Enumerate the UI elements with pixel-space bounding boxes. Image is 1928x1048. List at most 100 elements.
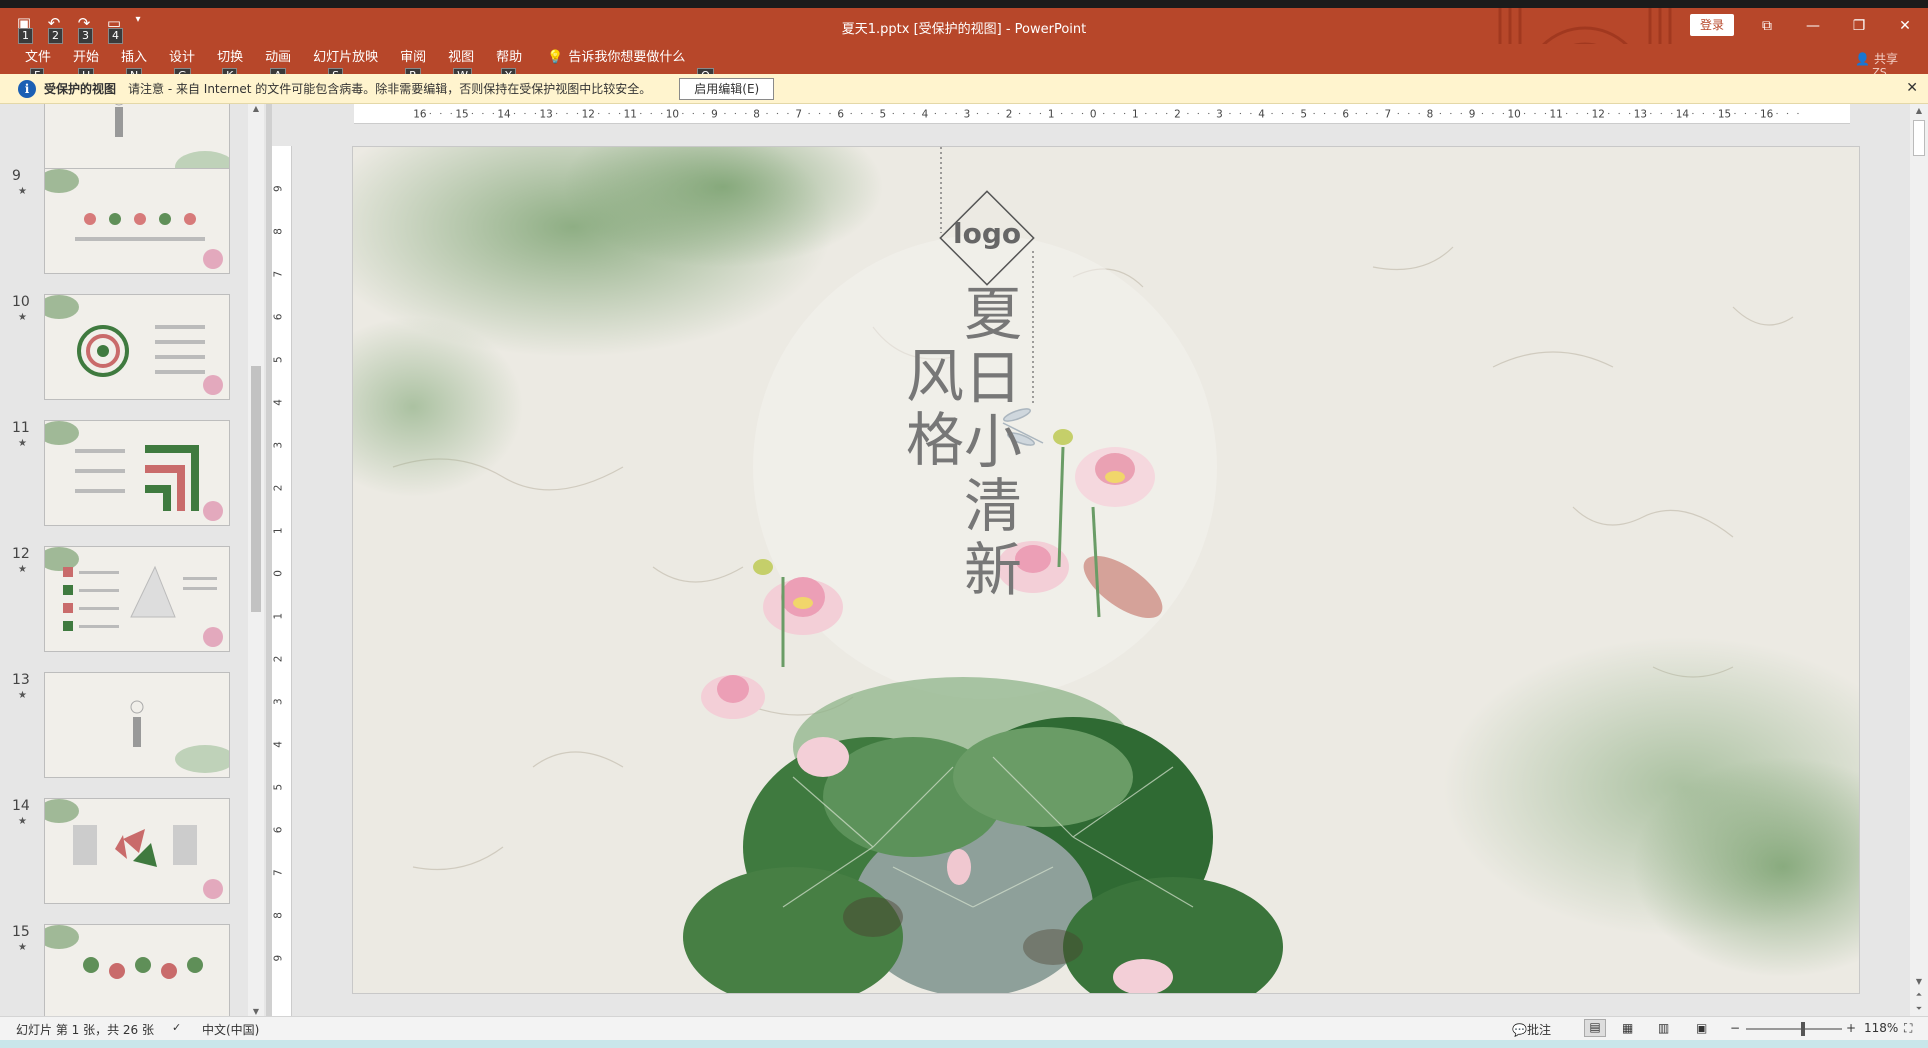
slide-thumbnail-pane: ★ 9 ★ 10 ★ 11 ★ 12 ★ 13 ★ <box>8 104 266 1016</box>
slide-sorter-icon[interactable]: ▦ <box>1622 1021 1633 1035</box>
close-icon[interactable]: ✕ <box>1882 8 1928 44</box>
slide-thumbnail-item[interactable]: 12 ★ <box>8 546 248 656</box>
ruler-dot <box>1408 112 1410 115</box>
zoom-slider[interactable] <box>1746 1022 1842 1036</box>
scroll-down-icon[interactable]: ▼ <box>248 1007 264 1016</box>
slideshow-view-icon[interactable]: ▣ <box>1696 1021 1707 1035</box>
ruler-tick-label: 6 <box>273 827 285 834</box>
ruler-tick-label: 12 <box>1592 108 1605 120</box>
comments-button[interactable]: 💬批注 <box>1512 1021 1551 1038</box>
slide-thumbnail[interactable] <box>44 672 230 778</box>
thumbnail-scrollbar[interactable]: ▲ ▼ <box>248 104 264 1016</box>
ruler-tick-label: 9 <box>1469 108 1476 120</box>
slide-thumbnail-item[interactable]: 11 ★ <box>8 420 248 530</box>
ribbon-tabs: 文件F 开始H 插入N 设计G 切换K 动画A 幻灯片放映S 审阅R 视图W 帮… <box>14 48 714 84</box>
language-indicator[interactable]: 中文(中国) <box>202 1021 259 1038</box>
login-button[interactable]: 登录 <box>1690 14 1734 36</box>
share-button[interactable]: 👤 共享 ZS <box>1855 50 1898 79</box>
maximize-icon[interactable]: ❐ <box>1836 8 1882 44</box>
ruler-dot <box>429 112 432 115</box>
slide-background <box>353 147 1859 993</box>
ribbon-display-options-icon[interactable]: ⧉ <box>1744 8 1790 44</box>
tab-label: 视图 <box>448 50 475 65</box>
tab-file[interactable]: 文件F <box>14 48 62 84</box>
slide-title: 夏日小清新 <box>954 283 1022 603</box>
ruler-dot <box>1628 112 1631 115</box>
tab-view[interactable]: 视图W <box>437 48 485 84</box>
enable-editing-button[interactable]: 启用编辑(E) <box>679 77 775 100</box>
ruler-tick-label: 3 <box>1216 108 1223 120</box>
ruler-tick-label: 6 <box>1342 108 1349 120</box>
ruler-tick-label: 5 <box>273 356 285 363</box>
top-edge-strip <box>0 0 1928 8</box>
ruler-dot <box>1123 112 1126 115</box>
scroll-down-icon[interactable]: ▼ <box>1910 977 1928 986</box>
ruler-dot <box>1586 112 1589 115</box>
ruler-dot <box>871 112 873 115</box>
slide-position-info: 幻灯片 第 1 张，共 26 张 <box>16 1023 154 1037</box>
slide-number: 10 <box>12 294 30 310</box>
ruler-dot <box>566 112 568 115</box>
ruler-dot <box>818 112 821 115</box>
slide-thumbnail[interactable] <box>44 294 230 400</box>
tab-transitions[interactable]: 切换K <box>206 48 254 84</box>
ruler-tick-label: 15 <box>455 108 468 120</box>
zoom-in-icon[interactable]: + <box>1846 1021 1856 1035</box>
tell-me-search[interactable]: 💡 告诉我你想要做什么 Q <box>547 48 714 84</box>
tab-animations[interactable]: 动画A <box>254 48 302 84</box>
previous-slide-icon[interactable]: ⏶ <box>1910 990 1928 1000</box>
slide-number: 12 <box>12 546 30 562</box>
slide-thumbnail-item[interactable]: 10 ★ <box>8 294 248 404</box>
tab-slideshow[interactable]: 幻灯片放映S <box>302 48 389 84</box>
slide-thumbnail[interactable] <box>44 168 230 274</box>
close-icon[interactable]: ✕ <box>1906 80 1918 96</box>
protected-view-title: 受保护的视图 <box>44 82 117 96</box>
ruler-dot <box>1713 112 1715 115</box>
tab-help[interactable]: 帮助Y <box>485 48 533 84</box>
zoom-level[interactable]: 118% <box>1864 1021 1898 1035</box>
ruler-dot <box>1576 112 1578 115</box>
slide-thumbnail[interactable] <box>44 798 230 904</box>
ruler-tick-label: 4 <box>1258 108 1265 120</box>
slide-thumbnail-item[interactable]: 15 ★ <box>8 924 248 1016</box>
ruler-tick-label: 1 <box>273 613 285 620</box>
slide-thumbnail-item[interactable]: 9 ★ <box>8 168 248 278</box>
slide-thumbnail[interactable] <box>44 420 230 526</box>
minimize-icon[interactable]: — <box>1790 8 1836 44</box>
tab-design[interactable]: 设计G <box>158 48 206 84</box>
slide-thumbnail[interactable] <box>44 546 230 652</box>
scrollbar-thumb[interactable] <box>251 366 261 612</box>
scroll-up-icon[interactable]: ▲ <box>248 104 264 113</box>
normal-view-icon[interactable]: ▤ <box>1584 1019 1606 1037</box>
ruler-dot <box>1229 112 1231 115</box>
fit-to-window-icon[interactable]: ⛶ <box>1904 1021 1912 1036</box>
scrollbar-thumb[interactable] <box>1913 120 1925 156</box>
zoom-slider-handle[interactable] <box>1800 1022 1805 1036</box>
tab-home[interactable]: 开始H <box>62 48 110 84</box>
ruler-tick-label: 5 <box>1300 108 1307 120</box>
ruler-tick-label: 8 <box>1427 108 1434 120</box>
ruler-tick-label: 0 <box>273 570 285 577</box>
slide-editor: 16 15 14 13 12 11 10 9 8 7 6 5 4 3 2 1 0 1 2 3 4 5 6 7 8 9 10 11 12 1… <box>272 104 1928 1016</box>
scroll-up-icon[interactable]: ▲ <box>1910 106 1928 115</box>
protected-view-bar: i 受保护的视图 请注意 - 来自 Internet 的文件可能包含病毒。除非需… <box>0 74 1928 104</box>
tab-review[interactable]: 审阅R <box>389 48 437 84</box>
next-slide-icon[interactable]: ⏷ <box>1910 1004 1928 1014</box>
reading-view-icon[interactable]: ▥ <box>1658 1021 1669 1035</box>
slide-canvas[interactable]: logo 夏日小清新 风格 <box>352 146 1860 994</box>
ruler-tick-label: 10 <box>1507 108 1520 120</box>
slide-thumbnail-item[interactable]: 13 ★ <box>8 672 248 782</box>
ruler-tick-label: 3 <box>273 442 285 449</box>
tab-insert[interactable]: 插入N <box>110 48 158 84</box>
ruler-tick-label: 1 <box>273 527 285 534</box>
ruler-dot <box>766 112 768 115</box>
spellcheck-icon[interactable]: ✓ <box>172 1021 181 1034</box>
slide-thumbnail[interactable] <box>44 924 230 1016</box>
ruler-dot <box>1060 112 1063 115</box>
zoom-out-icon[interactable]: − <box>1730 1021 1740 1035</box>
bottom-edge-strip <box>0 1040 1928 1048</box>
editor-scrollbar[interactable]: ▲ ▼ ⏶ ⏷ <box>1910 104 1928 1016</box>
slide-thumbnail-item[interactable]: 14 ★ <box>8 798 248 908</box>
animation-star-icon: ★ <box>18 438 27 449</box>
tab-label: 幻灯片放映 <box>313 50 379 65</box>
